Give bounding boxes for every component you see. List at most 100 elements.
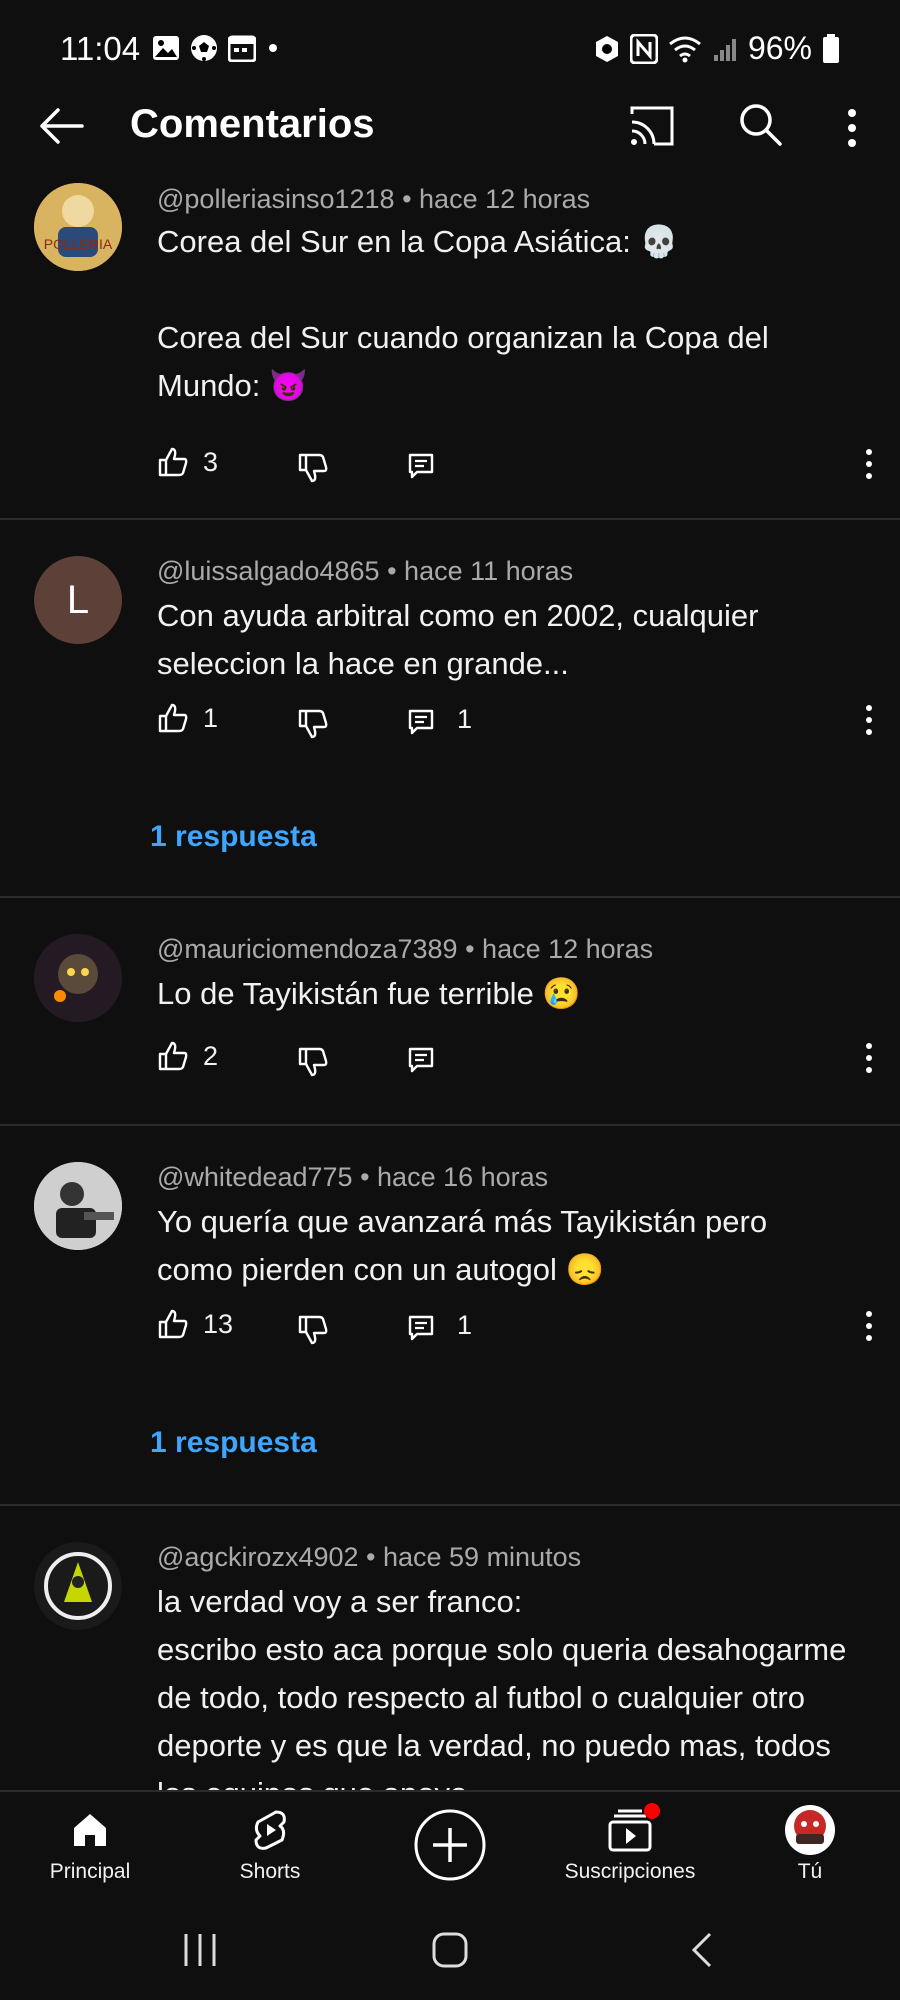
home-icon: [74, 1814, 106, 1846]
comment-meta: @whitedead775 • hace 16 horas: [157, 1162, 549, 1192]
profile-icon: [785, 1805, 835, 1855]
thumb-down-icon: [298, 1047, 328, 1077]
wifi-icon: [669, 36, 701, 62]
back-nav-icon[interactable]: [682, 1930, 722, 1970]
comment-actions: 13 1: [157, 1308, 877, 1348]
battery-saver-icon: [595, 35, 618, 62]
thumb-up-icon: [158, 1309, 188, 1339]
more-vert-icon: [848, 109, 856, 147]
thumb-up-icon: [158, 447, 188, 477]
cast-button[interactable]: [628, 104, 676, 148]
comment-meta: @agckirozx4902 • hace 59 minutos: [157, 1542, 582, 1572]
dot-icon: [269, 44, 277, 52]
comment-text: Con ayuda arbitral como en 2002, cualqui…: [157, 598, 768, 681]
reply-count: 1: [457, 703, 473, 734]
like-button[interactable]: 3: [157, 446, 218, 478]
search-button[interactable]: [736, 100, 784, 148]
status-right: 96%: [594, 30, 840, 67]
avatar[interactable]: POLLERIA: [34, 183, 122, 271]
comment-icon: [408, 1315, 434, 1341]
thumb-up-icon: [158, 703, 188, 733]
comment-more-button[interactable]: [861, 446, 877, 487]
calendar-icon: [228, 35, 256, 62]
view-replies-link[interactable]: 1 respuesta: [150, 1426, 317, 1460]
comment-author[interactable]: @whitedead775: [157, 1162, 353, 1192]
avatar[interactable]: [34, 934, 122, 1022]
comment-more-button[interactable]: [861, 702, 877, 743]
home-button-icon[interactable]: [430, 1930, 470, 1970]
reply-button[interactable]: 1: [407, 702, 472, 736]
thumb-down-icon: [298, 709, 328, 739]
notification-icons: [152, 34, 280, 62]
create-icon: [414, 1809, 486, 1881]
status-time: 11:04: [60, 30, 141, 67]
notification-badge-icon: [644, 1803, 660, 1819]
avatar[interactable]: L: [34, 556, 122, 644]
comment-author[interactable]: @luissalgado4865: [157, 556, 380, 586]
system-navigation: [0, 1900, 900, 2000]
dislike-button[interactable]: [297, 1308, 329, 1351]
comment-item: @mauriciomendoza7389 • hace 12 horas Lo …: [0, 898, 900, 1126]
comment-text: Corea del Sur en la Copa Asiática: 💀 Cor…: [157, 224, 769, 403]
more-vert-icon: [866, 1311, 872, 1341]
comment-item: @whitedead775 • hace 16 horas Yo quería …: [0, 1126, 900, 1506]
nfc-icon: [629, 33, 658, 64]
comment-author[interactable]: @mauriciomendoza7389: [157, 934, 458, 964]
comment-time: hace 12 horas: [482, 934, 654, 964]
comment-actions: 2: [157, 1040, 877, 1080]
comment-icon: [408, 1047, 434, 1073]
more-vert-icon: [866, 705, 872, 735]
like-button[interactable]: 2: [157, 1040, 218, 1072]
like-button[interactable]: 1: [157, 702, 218, 734]
comment-text: Yo quería que avanzará más Tayikistán pe…: [157, 1204, 776, 1287]
comments-list[interactable]: POLLERIA @polleriasinso1218 • hace 12 ho…: [0, 170, 900, 1790]
status-bar: 11:04 96%: [0, 0, 900, 100]
comment-author[interactable]: @polleriasinso1218: [157, 184, 395, 214]
arrow-back-icon: [40, 108, 84, 144]
dislike-button[interactable]: [297, 446, 329, 489]
comment-item: POLLERIA @polleriasinso1218 • hace 12 ho…: [0, 170, 900, 520]
comment-more-button[interactable]: [861, 1308, 877, 1349]
comment-author[interactable]: @agckirozx4902: [157, 1542, 359, 1572]
shorts-icon: [254, 1810, 286, 1850]
page-title: Comentarios: [130, 102, 375, 146]
comment-time: hace 11 horas: [404, 556, 574, 586]
comment-meta: @polleriasinso1218 • hace 12 horas: [157, 184, 591, 214]
thumb-up-icon: [158, 1041, 188, 1071]
like-count: 1: [203, 702, 219, 733]
signal-icon: [713, 38, 736, 61]
cast-icon: [630, 106, 674, 146]
search-icon: [740, 104, 782, 146]
avatar[interactable]: [34, 1542, 122, 1630]
comment-actions: 3: [157, 446, 877, 486]
recent-apps-icon[interactable]: [180, 1930, 220, 1970]
like-button[interactable]: 13: [157, 1308, 233, 1340]
gallery-icon: [153, 36, 179, 60]
comment-icon: [408, 709, 434, 735]
comment-text: la verdad voy a ser franco: escribo esto…: [157, 1584, 847, 1790]
reply-button[interactable]: [407, 446, 457, 480]
view-replies-link[interactable]: 1 respuesta: [150, 820, 317, 854]
soccer-ball-icon: [191, 35, 217, 61]
battery-percent: 96%: [747, 30, 812, 66]
nav-label: Tú: [797, 1860, 823, 1883]
comment-time: hace 12 horas: [419, 184, 591, 214]
comment-text: Lo de Tayikistán fue terrible 😢: [157, 976, 582, 1011]
nav-label: Suscripciones: [564, 1860, 696, 1883]
reply-button[interactable]: [407, 1040, 457, 1074]
bottom-navigation: Principal Shorts Suscripciones Tú: [0, 1790, 900, 1902]
like-count: 2: [203, 1040, 219, 1071]
avatar[interactable]: [34, 1162, 122, 1250]
comment-icon: [408, 453, 434, 479]
comment-item: @agckirozx4902 • hace 59 minutos la verd…: [0, 1506, 900, 1790]
back-button[interactable]: [36, 100, 88, 152]
dislike-button[interactable]: [297, 1040, 329, 1083]
comment-more-button[interactable]: [861, 1040, 877, 1081]
more-options-button[interactable]: [836, 104, 868, 152]
dislike-button[interactable]: [297, 702, 329, 745]
reply-button[interactable]: 1: [407, 1308, 472, 1342]
like-count: 13: [203, 1308, 234, 1339]
like-count: 3: [203, 446, 219, 477]
comment-time: hace 59 minutos: [382, 1542, 582, 1572]
thumb-down-icon: [298, 1315, 328, 1345]
